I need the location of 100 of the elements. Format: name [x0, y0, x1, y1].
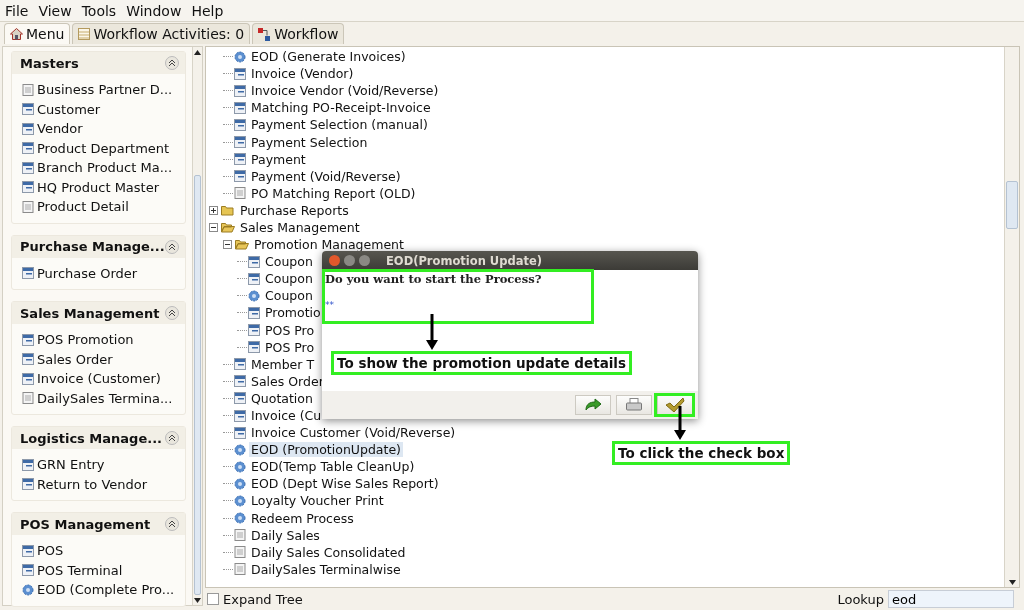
redo-button[interactable] [575, 395, 611, 415]
tree-item[interactable]: Matching PO-Receipt-Invoice [249, 100, 433, 116]
tree-item[interactable]: Invoice Customer (Void/Reverse) [249, 425, 458, 441]
menu-link[interactable]: DailySales Termina... [12, 388, 185, 408]
collapse-icon[interactable] [164, 306, 179, 320]
tree-item[interactable]: DailySales Terminalwise [249, 561, 403, 577]
gear-icon [234, 512, 246, 525]
window-icon [248, 272, 260, 285]
window-icon [22, 161, 34, 174]
scrollbar[interactable] [1004, 47, 1019, 587]
menu-link[interactable]: POS Terminal [12, 560, 185, 580]
tree-item[interactable]: Sales Order [249, 373, 326, 389]
scroll-thumb[interactable] [1006, 181, 1018, 229]
tree-item[interactable]: Payment [249, 151, 308, 167]
tree-item[interactable]: Sales Management [238, 220, 362, 235]
scroll-thumb[interactable] [193, 175, 201, 595]
menu-link[interactable]: Sales Order [12, 349, 185, 369]
tree-item[interactable]: Payment (Void/Reverse) [249, 168, 403, 184]
tree-item[interactable]: Coupon [263, 288, 315, 304]
card-title: Masters [20, 55, 79, 71]
tree-item[interactable]: Payment Selection [249, 134, 370, 150]
tree-item[interactable]: Invoice (Cu [249, 408, 324, 423]
menu-link[interactable]: Purchase Order [12, 263, 185, 283]
menu-link[interactable]: Vendor [12, 119, 185, 139]
table-icon [78, 28, 91, 40]
tree-item[interactable]: PO Matching Report (OLD) [249, 185, 418, 201]
scrollbar[interactable] [191, 47, 202, 605]
tree-item[interactable]: Invoice (Vendor) [249, 66, 356, 82]
gear-icon [234, 443, 246, 456]
window-icon [22, 333, 34, 346]
tree-item[interactable]: Daily Sales [249, 527, 322, 543]
expand-icon[interactable] [209, 205, 218, 215]
tree-item[interactable]: EOD (PromotionUpdate) [249, 442, 403, 458]
open-folder-icon [235, 239, 249, 251]
collapse-icon[interactable] [164, 517, 179, 531]
tree-item[interactable]: Payment Selection (manual) [249, 117, 430, 133]
window-icon [234, 84, 246, 97]
menu-link[interactable]: EOD (Complete Pro... [12, 580, 185, 600]
tree-item[interactable]: Invoice Vendor (Void/Reverse) [249, 83, 441, 99]
scroll-down-icon[interactable] [1008, 579, 1016, 585]
document-icon [22, 200, 34, 213]
lookup-field[interactable]: eod [888, 590, 1014, 608]
scroll-up-icon[interactable] [193, 49, 201, 55]
tab[interactable]: Workflow Activities: 0 [72, 23, 251, 44]
card-title: Logistics Manage... [20, 430, 163, 446]
callout-label: To show the promotion update details [331, 351, 633, 375]
highlight-frame [654, 393, 695, 417]
tab[interactable]: Workflow [252, 23, 345, 44]
collapse-icon[interactable] [164, 239, 179, 254]
tree-item[interactable]: EOD (Dept Wise Sales Report) [249, 476, 441, 492]
menu-link[interactable]: Customer [12, 99, 185, 119]
collapse-icon[interactable] [223, 240, 232, 250]
menu-link[interactable]: Branch Product Ma... [12, 158, 185, 178]
menu-item[interactable]: Window [121, 2, 187, 19]
collapse-icon[interactable] [164, 56, 179, 70]
close-icon[interactable] [329, 255, 340, 266]
tree-item[interactable]: EOD(Temp Table CleanUp) [249, 459, 417, 475]
window-icon [234, 136, 246, 148]
tree-item[interactable]: Promotion Management [252, 237, 406, 253]
menu-link[interactable]: Invoice (Customer) [12, 369, 185, 389]
tree-item[interactable]: EOD (Generate Invoices) [249, 49, 408, 65]
tree-item[interactable]: Redeem Process [249, 510, 356, 526]
menu-link[interactable]: Product Detail [12, 197, 185, 217]
menu-link[interactable]: Return to Vendor [12, 474, 185, 494]
menu-item[interactable]: File [0, 2, 34, 19]
tree-item[interactable]: Purchase Reports [238, 202, 351, 218]
tree-item[interactable]: POS Pro [263, 339, 317, 355]
menu-link[interactable]: Business Partner D... [12, 80, 185, 100]
menu-item[interactable]: Tools [76, 2, 122, 19]
tree-item[interactable]: Coupon [263, 254, 315, 270]
window-icon [22, 142, 34, 155]
tab[interactable]: Menu [4, 23, 71, 44]
window-icon [248, 255, 260, 268]
menu-link[interactable]: Product Department [12, 138, 185, 158]
menu-link[interactable]: HQ Product Master [12, 177, 185, 197]
menu-item[interactable]: View [33, 2, 77, 19]
gear-icon [248, 289, 260, 302]
tree-item[interactable]: Coupon [263, 271, 315, 287]
redo-arrow-icon [584, 398, 602, 412]
down-arrow [426, 314, 438, 350]
print-button[interactable] [616, 395, 652, 415]
scroll-down-icon[interactable] [193, 597, 201, 603]
collapse-icon[interactable] [209, 223, 218, 232]
menu-item[interactable]: Help [186, 2, 229, 19]
menu-link[interactable]: GRN Entry [12, 455, 185, 475]
menu-link[interactable]: POS Promotion [12, 330, 185, 350]
tree-item[interactable]: Promotio [263, 305, 323, 321]
expand-tree-checkbox[interactable]: Expand Tree [207, 591, 303, 607]
document-icon [22, 83, 34, 96]
card-title: Purchase Manage... [20, 239, 165, 254]
menu-link[interactable]: POS [12, 541, 185, 561]
tree-item[interactable]: Member T [249, 356, 317, 372]
tree-item[interactable]: Daily Sales Consolidated [249, 544, 408, 560]
maximize-icon[interactable] [359, 255, 370, 266]
open-folder-icon [221, 222, 235, 233]
tree-item[interactable]: POS Pro [263, 322, 317, 338]
minimize-icon[interactable] [344, 255, 355, 266]
tree-item[interactable]: Quotation [249, 390, 315, 406]
tree-item[interactable]: Loyalty Voucher Print [249, 493, 386, 509]
collapse-icon[interactable] [164, 431, 179, 445]
